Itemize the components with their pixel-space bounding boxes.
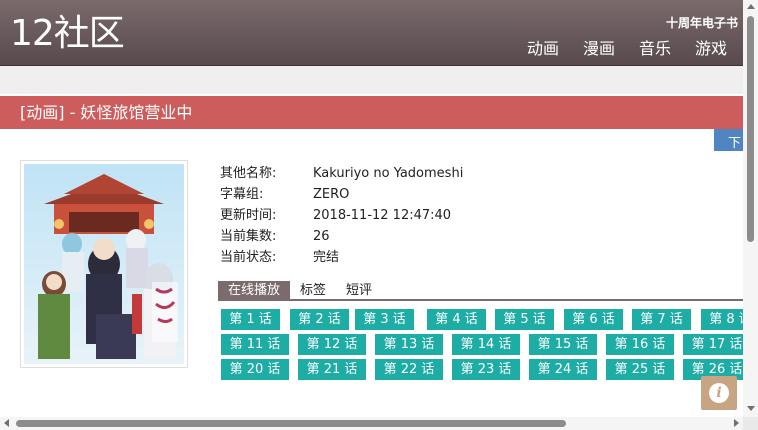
tab-tags[interactable]: 标签 <box>290 281 336 299</box>
episode-button[interactable]: 第 3 话 <box>355 309 414 330</box>
episode-button[interactable]: 第 2 话 <box>290 309 349 330</box>
poster-frame <box>20 160 188 368</box>
anime-info: 其他名称: Kakuriyo no Yadomeshi 字幕组: ZERO 更新… <box>220 163 463 268</box>
nav-item-music[interactable]: 音乐 <box>639 38 671 60</box>
episode-button[interactable]: 第 21 话 <box>298 359 366 380</box>
scrollbar-corner <box>743 417 758 430</box>
info-row-status: 当前状态: 完结 <box>220 247 463 268</box>
episode-button[interactable]: 第 12 话 <box>298 334 366 355</box>
episode-button[interactable]: 第 15 话 <box>529 334 597 355</box>
episode-button[interactable]: 第 7 话 <box>632 309 691 330</box>
episode-button[interactable]: 第 20 话 <box>221 359 289 380</box>
scroll-down-icon[interactable] <box>747 406 755 411</box>
episode-button[interactable]: 第 23 话 <box>452 359 520 380</box>
info-label: 当前集数: <box>220 229 277 244</box>
vertical-scrollbar[interactable] <box>743 0 758 417</box>
info-value: Kakuriyo no Yadomeshi <box>313 166 464 181</box>
site-header: 12社区 十周年电子书 动画 漫画 音乐 游戏 <box>0 0 743 66</box>
page-viewport: 12社区 十周年电子书 动画 漫画 音乐 游戏 [动画] - 妖怪旅馆营业中 下 <box>0 0 743 417</box>
tab-reviews[interactable]: 短评 <box>336 281 382 299</box>
info-label: 更新时间: <box>220 208 277 223</box>
main-nav: 动画 漫画 音乐 游戏 <box>503 38 727 60</box>
episode-row: 第 1 话 第 2 话 第 3 话 第 4 话 第 5 话 第 6 话 第 7 … <box>221 309 743 334</box>
episode-button[interactable]: 第 8 话 <box>701 309 743 330</box>
episode-button[interactable]: 第 1 话 <box>221 309 280 330</box>
episode-button[interactable]: 第 22 话 <box>375 359 443 380</box>
info-row-updated: 更新时间: 2018-11-12 12:47:40 <box>220 205 463 226</box>
nav-item-games[interactable]: 游戏 <box>695 38 727 60</box>
info-button[interactable]: i <box>701 376 737 410</box>
nav-item-manga[interactable]: 漫画 <box>583 38 615 60</box>
download-button[interactable]: 下 <box>714 129 743 151</box>
scroll-up-icon[interactable] <box>747 4 755 9</box>
info-value: ZERO <box>313 187 350 202</box>
info-label: 字幕组: <box>220 187 264 202</box>
anime-poster[interactable] <box>24 164 184 364</box>
episode-button[interactable]: 第 14 话 <box>452 334 520 355</box>
vertical-scroll-thumb[interactable] <box>747 16 754 242</box>
episode-row: 第 20 话 第 21 话 第 22 话 第 23 话 第 24 话 第 25 … <box>221 359 743 384</box>
info-row-subgroup: 字幕组: ZERO <box>220 184 463 205</box>
info-value: 2018-11-12 12:47:40 <box>313 208 452 223</box>
episode-button[interactable]: 第 17 话 <box>683 334 743 355</box>
sub-bar <box>0 66 743 94</box>
episode-button[interactable]: 第 25 话 <box>606 359 674 380</box>
episode-button[interactable]: 第 11 话 <box>221 334 289 355</box>
episode-button[interactable]: 第 13 话 <box>375 334 443 355</box>
episode-list: 第 1 话 第 2 话 第 3 话 第 4 话 第 5 话 第 6 话 第 7 … <box>221 309 743 384</box>
episode-button[interactable]: 第 5 话 <box>495 309 554 330</box>
content-tabs: 在线播放 标签 短评 <box>218 281 743 301</box>
info-row-episodes: 当前集数: 26 <box>220 226 463 247</box>
info-value: 完结 <box>313 250 340 265</box>
scroll-left-icon[interactable] <box>4 419 9 427</box>
ebook-link[interactable]: 十周年电子书 <box>666 14 738 31</box>
nav-item-anime[interactable]: 动画 <box>527 38 559 60</box>
title-band: [动画] - 妖怪旅馆营业中 <box>0 96 743 129</box>
page-title: [动画] - 妖怪旅馆营业中 <box>20 103 193 122</box>
episode-button[interactable]: 第 16 话 <box>606 334 674 355</box>
episode-row: 第 11 话 第 12 话 第 13 话 第 14 话 第 15 话 第 16 … <box>221 334 743 359</box>
info-value: 26 <box>313 229 330 244</box>
horizontal-scroll-thumb[interactable] <box>16 420 566 427</box>
episode-button[interactable]: 第 6 话 <box>564 309 623 330</box>
episode-button[interactable]: 第 24 话 <box>529 359 597 380</box>
episode-button[interactable]: 第 4 话 <box>427 309 486 330</box>
info-row-alias: 其他名称: Kakuriyo no Yadomeshi <box>220 163 463 184</box>
info-icon: i <box>709 383 729 403</box>
info-label: 其他名称: <box>220 166 277 181</box>
tab-online-play[interactable]: 在线播放 <box>218 281 291 299</box>
horizontal-scrollbar[interactable] <box>0 417 743 430</box>
scroll-right-icon[interactable] <box>734 419 739 427</box>
site-logo[interactable]: 12社区 <box>10 14 125 54</box>
info-label: 当前状态: <box>220 250 277 265</box>
